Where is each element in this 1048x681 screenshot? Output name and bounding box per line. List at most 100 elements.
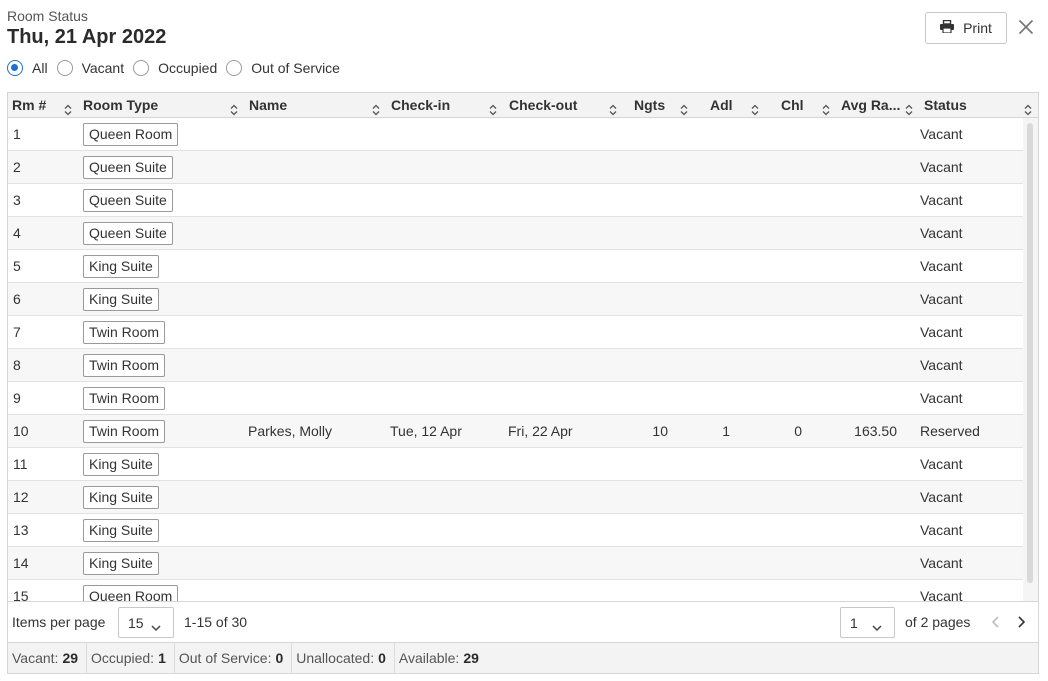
room-type-chip[interactable]: Twin Room bbox=[83, 420, 166, 443]
column-header[interactable]: Ngts bbox=[8, 93, 1038, 118]
table-row[interactable]: 8 Twin Room Vacant bbox=[8, 349, 1023, 382]
filter-occupied[interactable]: Occupied bbox=[133, 60, 217, 76]
column-header-label[interactable]: Check-out bbox=[509, 93, 577, 118]
guest-name-cell bbox=[248, 184, 378, 217]
sort-icon[interactable] bbox=[1024, 99, 1032, 116]
table-row[interactable]: 9 Twin Room Vacant bbox=[8, 382, 1023, 415]
table-row[interactable]: 11 King Suite Vacant bbox=[8, 448, 1023, 481]
column-header[interactable]: Room Type bbox=[8, 93, 1038, 118]
table-row[interactable]: 2 Queen Suite Vacant bbox=[8, 151, 1023, 184]
room-type-chip[interactable]: King Suite bbox=[83, 255, 159, 278]
column-header[interactable]: Check-out bbox=[8, 93, 1038, 118]
room-type-chip[interactable]: King Suite bbox=[83, 288, 159, 311]
radio-vacant[interactable] bbox=[56, 60, 73, 76]
sort-icon[interactable] bbox=[372, 99, 380, 116]
close-button[interactable] bbox=[1016, 18, 1036, 38]
room-number-cell: 5 bbox=[13, 258, 21, 274]
room-type-chip[interactable]: King Suite bbox=[83, 453, 159, 476]
column-header-label[interactable]: Room Type bbox=[83, 93, 158, 118]
table-row[interactable]: 13 King Suite Vacant bbox=[8, 514, 1023, 547]
check-in-cell bbox=[390, 151, 500, 184]
column-header[interactable]: Check-in bbox=[8, 93, 1038, 118]
radio-out-of-service[interactable] bbox=[226, 60, 243, 76]
room-type-chip[interactable]: Twin Room bbox=[83, 321, 166, 344]
scrollbar-thumb[interactable] bbox=[1027, 123, 1033, 583]
room-number-cell: 2 bbox=[13, 159, 21, 175]
table-row[interactable]: 7 Twin Room Vacant bbox=[8, 316, 1023, 349]
sort-icon[interactable] bbox=[64, 99, 72, 116]
sort-icon[interactable] bbox=[822, 99, 830, 116]
avg-rate-cell bbox=[838, 547, 897, 580]
table-row[interactable]: 1 Queen Room Vacant bbox=[8, 118, 1023, 151]
table-row[interactable]: 15 Queen Room Vacant bbox=[8, 580, 1023, 601]
column-header-label[interactable]: Ngts bbox=[634, 93, 665, 118]
table-row[interactable]: 6 King Suite Vacant bbox=[8, 283, 1023, 316]
room-type-chip[interactable]: Twin Room bbox=[83, 354, 166, 377]
children-cell bbox=[788, 217, 802, 250]
guest-name-cell bbox=[248, 283, 378, 316]
summary-value: 0 bbox=[378, 650, 386, 666]
radio-occupied[interactable] bbox=[133, 60, 150, 76]
column-header[interactable]: Status bbox=[8, 93, 1038, 118]
check-out-cell bbox=[508, 151, 618, 184]
column-header[interactable]: Rm # bbox=[8, 93, 1038, 118]
sort-icon[interactable] bbox=[489, 99, 497, 116]
room-type-chip[interactable]: King Suite bbox=[83, 552, 159, 575]
filter-label: All bbox=[32, 60, 48, 76]
page-title: Thu, 21 Apr 2022 bbox=[7, 26, 167, 48]
room-type-chip[interactable]: Queen Room bbox=[83, 585, 179, 601]
sort-icon[interactable] bbox=[609, 99, 617, 116]
table-row[interactable]: 4 Queen Suite Vacant bbox=[8, 217, 1023, 250]
filter-out-of-service[interactable]: Out of Service bbox=[226, 60, 340, 76]
printer-icon bbox=[940, 19, 955, 36]
items-per-page-select[interactable]: 15 bbox=[118, 607, 174, 638]
children-cell bbox=[788, 448, 802, 481]
column-header[interactable]: Avg Ra... bbox=[8, 93, 1038, 118]
check-out-cell bbox=[508, 316, 618, 349]
column-header-label[interactable]: Status bbox=[924, 93, 967, 118]
column-header-label[interactable]: Rm # bbox=[12, 93, 46, 118]
room-type-chip[interactable]: Queen Suite bbox=[83, 156, 173, 179]
adults-cell bbox=[708, 184, 730, 217]
column-header[interactable]: Adl bbox=[8, 93, 1038, 118]
room-number-cell: 9 bbox=[13, 390, 21, 406]
print-button[interactable]: Print bbox=[925, 12, 1007, 44]
column-header[interactable]: Name bbox=[8, 93, 1038, 118]
table-row[interactable]: 5 King Suite Vacant bbox=[8, 250, 1023, 283]
table-row[interactable]: 12 King Suite Vacant bbox=[8, 481, 1023, 514]
room-type-chip[interactable]: King Suite bbox=[83, 486, 159, 509]
room-type-chip[interactable]: Queen Suite bbox=[83, 189, 173, 212]
room-number-cell: 4 bbox=[13, 225, 21, 241]
adults-cell bbox=[708, 547, 730, 580]
room-type-chip[interactable]: Queen Suite bbox=[83, 222, 173, 245]
sort-icon[interactable] bbox=[751, 99, 759, 116]
filter-all[interactable]: All bbox=[7, 60, 48, 76]
summary-label: Vacant: bbox=[12, 650, 59, 666]
room-type-chip[interactable]: Queen Room bbox=[83, 123, 179, 146]
radio-all[interactable] bbox=[7, 60, 23, 76]
page-select[interactable]: 1 bbox=[840, 607, 895, 638]
table-row[interactable]: 3 Queen Suite Vacant bbox=[8, 184, 1023, 217]
column-header-label[interactable]: Check-in bbox=[391, 93, 450, 118]
table-row[interactable]: 10 Twin Room Parkes, Molly Tue, 12 Apr Fri, … bbox=[8, 415, 1023, 448]
sort-icon[interactable] bbox=[680, 99, 688, 116]
filter-vacant[interactable]: Vacant bbox=[56, 60, 124, 76]
room-status-cell: Vacant bbox=[920, 489, 963, 505]
room-number-cell: 1 bbox=[13, 126, 21, 142]
sort-icon[interactable] bbox=[230, 99, 238, 116]
table-row[interactable]: 14 King Suite Vacant bbox=[8, 547, 1023, 580]
room-type-chip[interactable]: King Suite bbox=[83, 519, 159, 542]
room-type-chip[interactable]: Twin Room bbox=[83, 387, 166, 410]
check-out-cell bbox=[508, 283, 618, 316]
column-header-label[interactable]: Chl bbox=[781, 93, 804, 118]
prev-page-button[interactable] bbox=[989, 615, 1003, 629]
nights-cell bbox=[648, 250, 668, 283]
column-header-label[interactable]: Avg Ra... bbox=[841, 93, 900, 118]
next-page-button[interactable] bbox=[1014, 615, 1028, 629]
column-header-label[interactable]: Name bbox=[249, 93, 287, 118]
column-header-label[interactable]: Adl bbox=[710, 93, 733, 118]
vertical-scrollbar[interactable] bbox=[1023, 118, 1038, 601]
column-header[interactable]: Chl bbox=[8, 93, 1038, 118]
sort-icon[interactable] bbox=[905, 99, 913, 116]
room-status-cell: Vacant bbox=[920, 126, 963, 142]
